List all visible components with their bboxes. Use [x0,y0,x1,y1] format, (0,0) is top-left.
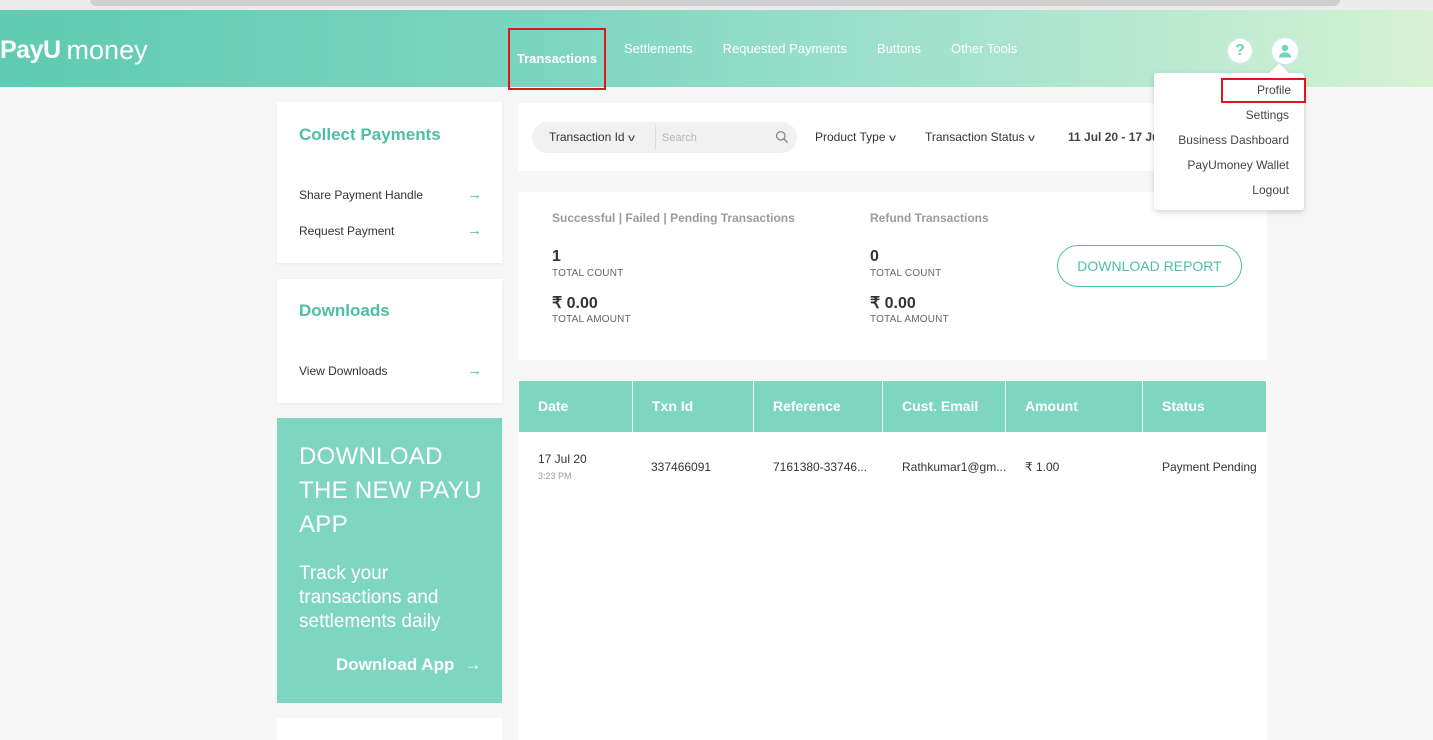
download-app-label: Download App [336,655,455,674]
right-total-amount-caption: TOTAL AMOUNT [870,314,949,325]
search-group: Transaction Id v [532,122,797,153]
user-profile-icon[interactable] [1270,36,1300,66]
user-icon [1279,44,1291,58]
horizontal-scrollbar[interactable] [90,0,1340,6]
nav-other-tools[interactable]: Other Tools [951,41,1017,56]
cell-date: 17 Jul 20 [538,452,587,466]
logo-money-text: money [66,34,148,65]
left-total-amount-caption: TOTAL AMOUNT [552,314,631,325]
table-header: Date Txn Id Reference Cust. Email Amount… [519,381,1266,432]
filter-bar: Transaction Idv Product Typev Transactio… [518,103,1218,171]
transactions-table: Date Txn Id Reference Cust. Email Amount… [518,380,1267,740]
column-cust-email[interactable]: Cust. Email [883,381,1006,432]
column-status[interactable]: Status [1143,381,1266,432]
main-nav: Transactions Settlements Requested Payme… [508,10,1047,90]
download-report-button[interactable]: DOWNLOAD REPORT [1057,245,1242,287]
product-type-dropdown[interactable]: Product Type v [815,122,896,153]
download-app-button[interactable]: Download App → [336,655,481,675]
menu-item-profile[interactable]: Profile [1221,78,1306,103]
right-total-count-caption: TOTAL COUNT [870,268,942,279]
view-downloads-label: View Downloads [299,363,388,378]
promo-headline: DOWNLOAD THE NEW PAYU APP [299,443,482,538]
cell-reference: 7161380-33746... [773,460,868,474]
date-range-picker[interactable]: 11 Jul 20 - 17 Ju [1068,122,1159,153]
menu-item-logout[interactable]: Logout [1154,178,1304,203]
arrow-right-icon: → [467,362,482,379]
column-txn-id[interactable]: Txn Id [633,381,754,432]
view-downloads-link[interactable]: View Downloads → [299,362,482,379]
transaction-status-label: Transaction Status [925,130,1025,144]
search-input[interactable] [662,127,772,148]
profile-dropdown-menu: Profile Settings Business Dashboard PayU… [1154,73,1306,210]
request-payment-link[interactable]: Request Payment → [299,222,482,239]
column-amount[interactable]: Amount [1006,381,1143,432]
right-total-count: 0 [870,248,879,265]
cell-time: 3:23 PM [538,471,572,481]
help-icon[interactable]: ? [1226,37,1254,65]
arrow-right-icon: → [464,655,482,674]
left-total-amount: ₹ 0.00 [552,295,598,312]
cell-txn-id: 337466091 [651,460,712,474]
bottom-card [277,718,502,740]
chevron-down-icon: v [627,133,635,144]
menu-item-business-dashboard[interactable]: Business Dashboard [1154,128,1304,153]
nav-transactions[interactable]: Transactions [508,27,606,90]
nav-settlements[interactable]: Settlements [624,41,693,56]
column-date[interactable]: Date [519,381,633,432]
downloads-title: Downloads [299,301,390,320]
menu-item-settings[interactable]: Settings [1154,103,1304,128]
summary-right-label: Refund Transactions [870,211,989,225]
chevron-down-icon: v [888,133,896,144]
downloads-card: Downloads View Downloads → [277,279,502,403]
search-divider [655,125,656,150]
product-type-label: Product Type [815,130,886,144]
share-payment-handle-label: Share Payment Handle [299,187,424,202]
search-by-dropdown[interactable]: Transaction Id v [549,122,635,153]
summary-left-label: Successful | Failed | Pending Transactio… [552,211,795,225]
share-payment-handle-link[interactable]: Share Payment Handle → [299,186,482,203]
transaction-summary-card: Successful | Failed | Pending Transactio… [518,192,1267,360]
cell-amount: ₹ 1.00 [1025,460,1060,474]
arrow-right-icon: → [467,186,482,203]
request-payment-label: Request Payment [299,223,395,238]
search-icon[interactable] [775,130,789,144]
search-by-label: Transaction Id [549,130,625,144]
transaction-status-dropdown[interactable]: Transaction Status v [925,122,1035,153]
arrow-right-icon: → [467,222,482,239]
menu-item-payumoney-wallet[interactable]: PayUmoney Wallet [1154,153,1304,178]
collect-payments-card: Collect Payments Share Payment Handle → … [277,102,502,263]
column-reference[interactable]: Reference [754,381,883,432]
browser-top-strip [0,0,1433,10]
cell-email: Rathkumar1@gm... [902,460,1007,474]
chevron-down-icon: v [1027,133,1035,144]
nav-buttons[interactable]: Buttons [877,41,921,56]
left-total-count: 1 [552,248,561,265]
collect-payments-title: Collect Payments [299,125,441,144]
left-total-count-caption: TOTAL COUNT [552,268,624,279]
payumoney-logo[interactable]: PayU money [0,32,148,68]
logo-payu-text: PayU [0,35,61,64]
download-app-promo: DOWNLOAD THE NEW PAYU APP Track your tra… [277,418,502,703]
cell-status: Payment Pending [1162,460,1257,474]
promo-text: Track your transactions and settlements … [299,563,441,632]
right-total-amount: ₹ 0.00 [870,295,916,312]
nav-requested-payments[interactable]: Requested Payments [723,41,847,56]
